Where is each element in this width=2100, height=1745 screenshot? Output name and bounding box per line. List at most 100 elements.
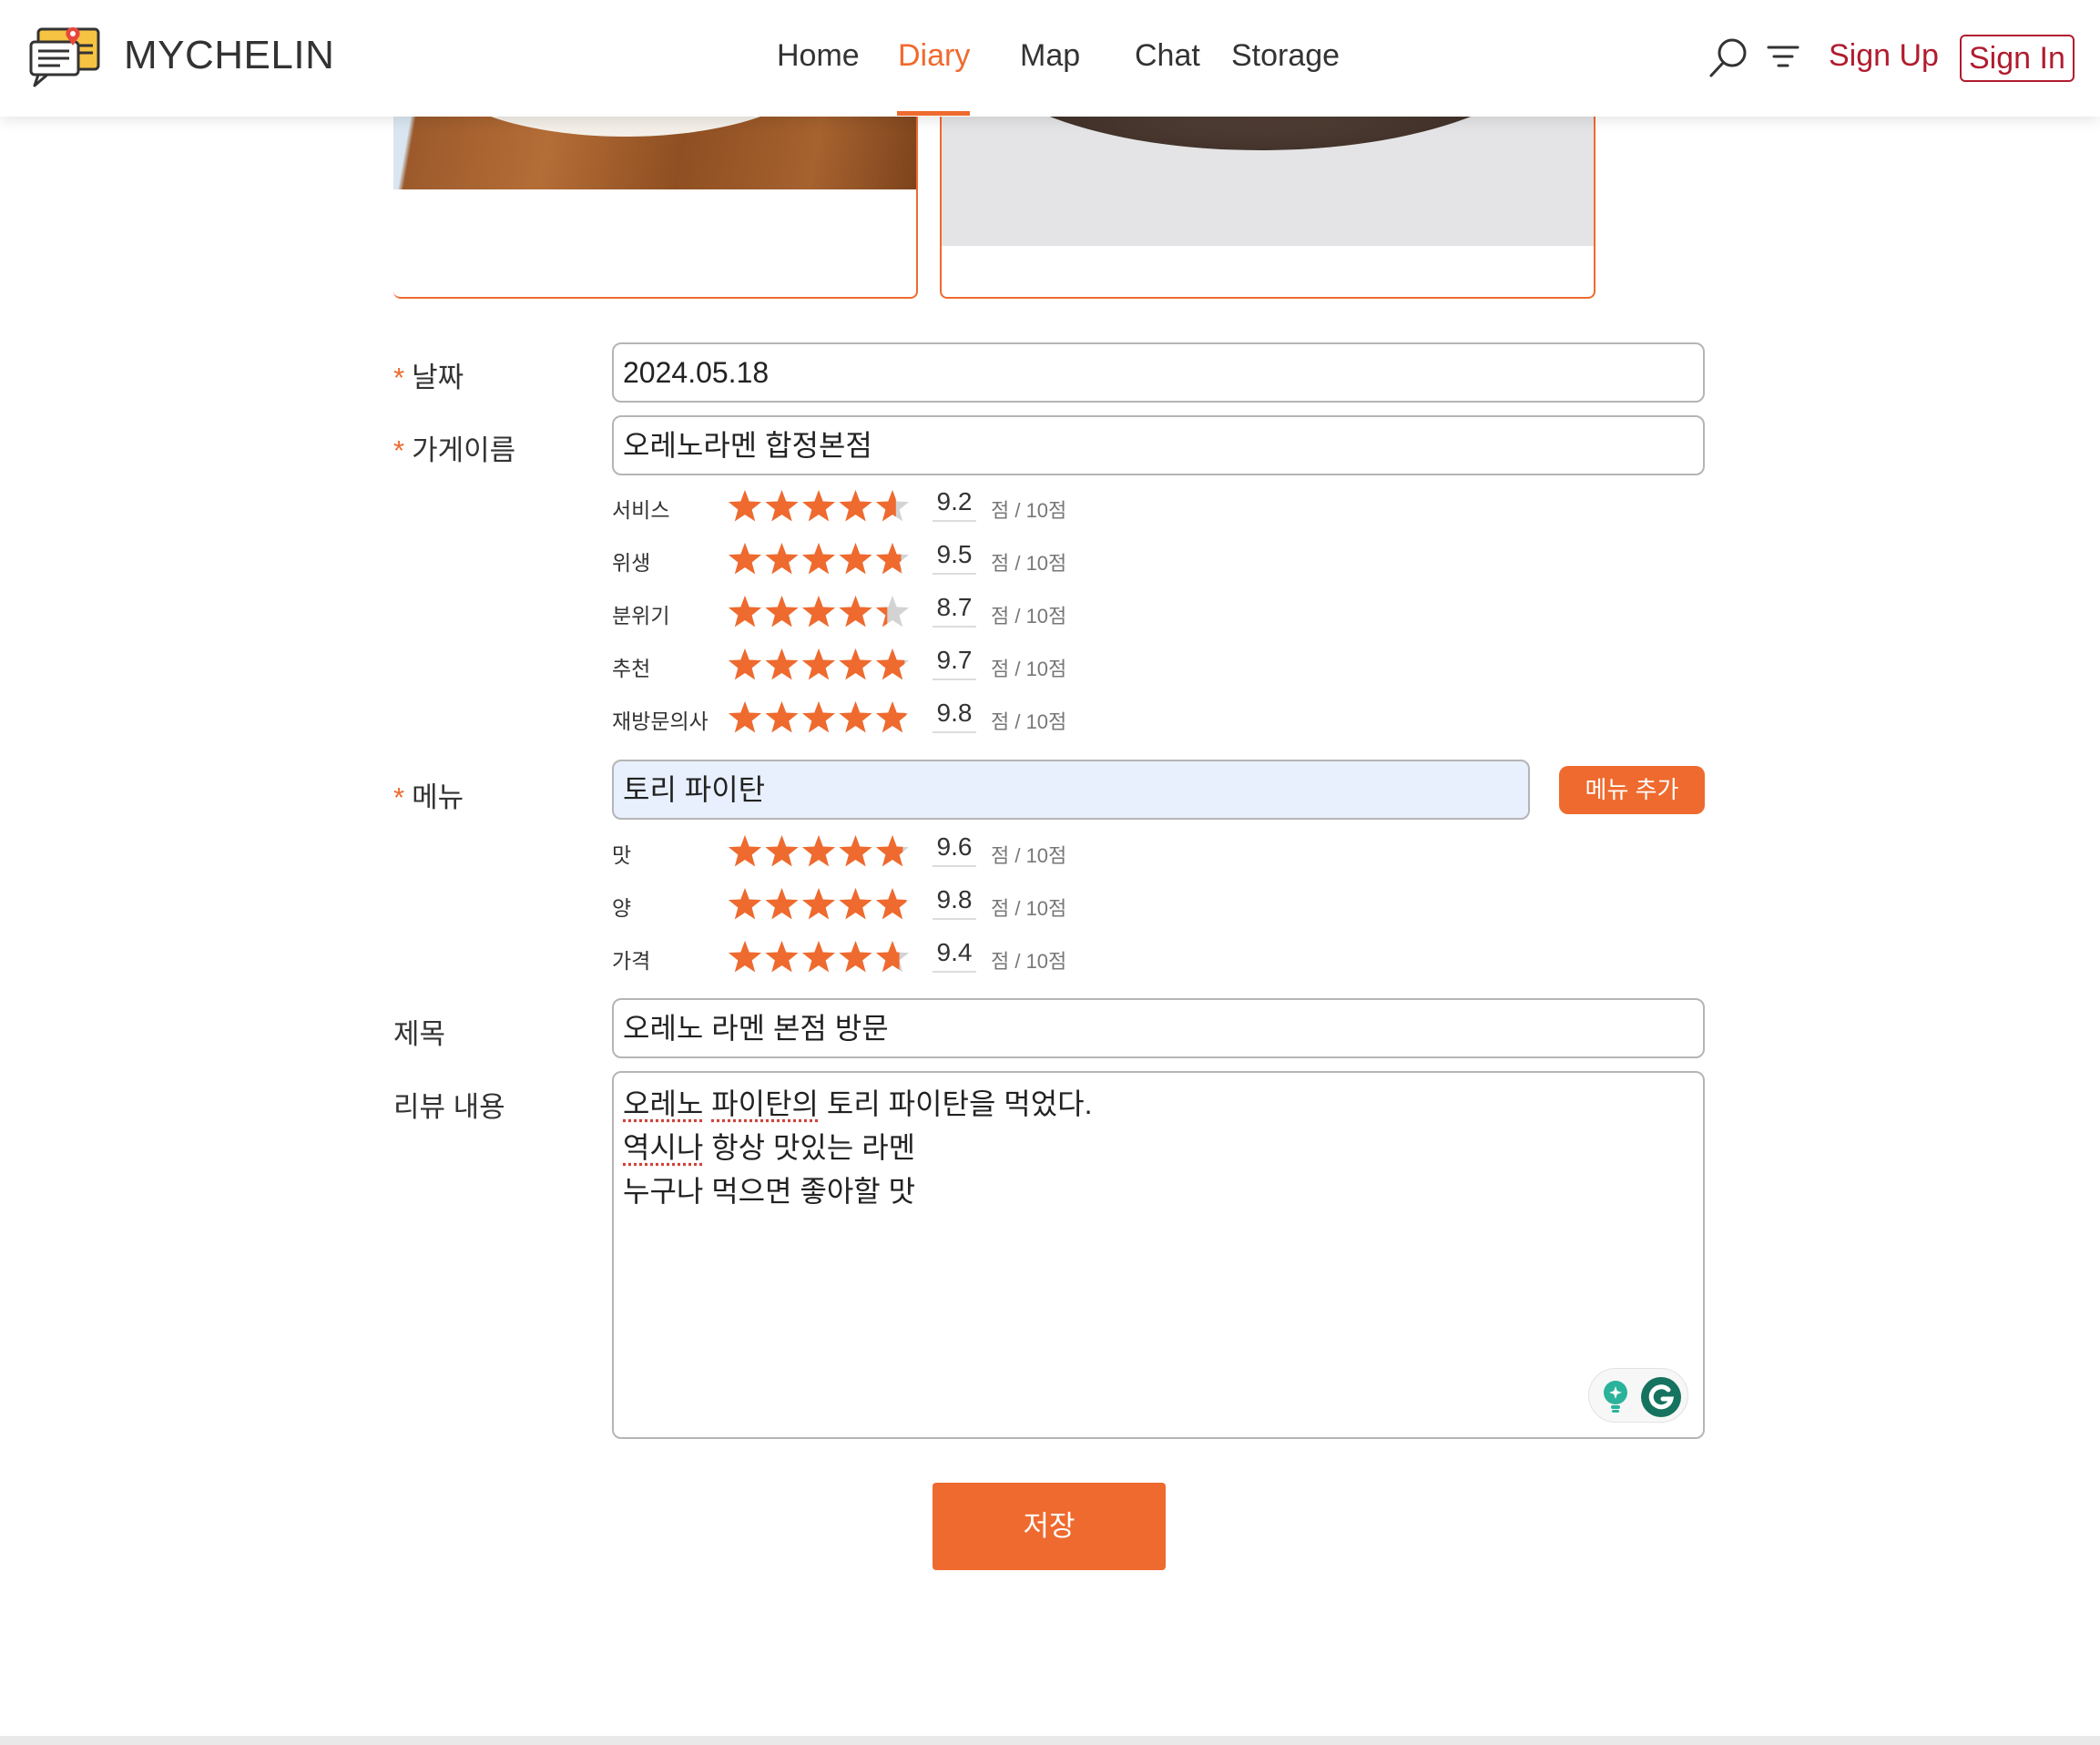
star-filled-icon [839,490,872,522]
lightbulb-icon[interactable] [1600,1380,1631,1414]
star-rating[interactable] [727,595,912,629]
spellcheck-flagged-word: 역시나 [623,1131,704,1164]
star-rating[interactable] [727,489,912,524]
rating-label: 재방문의사 [612,709,708,733]
star-filled-icon [801,596,836,628]
star-filled-icon [765,701,799,733]
score-input[interactable]: 9.6 [933,831,976,867]
review-line: 누구나 먹으면 좋아할 맛 [623,1169,1694,1213]
star-filled-icon [728,888,762,920]
rating-label: 서비스 [612,498,670,522]
star-filled-icon [839,888,872,920]
nav-storage[interactable]: Storage [1231,38,1340,74]
store-name-input[interactable]: 오레노라멘 합정본점 [612,415,1705,475]
star-filled-icon [801,941,836,973]
review-text: 항상 맛있는 라멘 [703,1131,916,1164]
add-menu-button[interactable]: 메뉴 추가 [1559,766,1705,814]
nav-diary[interactable]: Diary [898,38,970,74]
spellcheck-flagged-word: 오레노 [623,1087,704,1120]
star-rating[interactable] [727,648,912,682]
title-input[interactable]: 오레노 라멘 본점 방문 [612,998,1705,1058]
sign-in-button[interactable]: Sign In [1960,35,2075,82]
review-text: 누구나 먹으면 좋아할 맛 [623,1175,916,1208]
top-navigation-bar: MYCHELIN Home Diary Map Chat Storage Sig… [0,0,2100,117]
review-text [703,1087,711,1120]
score-unit: 점 / 10점 [991,950,1067,973]
star-filled-icon [765,888,799,920]
required-mark: * [393,434,405,466]
sign-up-link[interactable]: Sign Up [1829,38,1939,74]
star-filled-icon [875,888,907,920]
star-filled-icon [801,888,836,920]
score-input[interactable]: 9.8 [933,697,976,733]
star-rating[interactable] [727,700,912,735]
star-filled-icon [839,941,872,973]
score-unit: 점 / 10점 [991,552,1067,575]
star-rating[interactable] [727,542,912,577]
star-filled-icon [765,543,799,575]
star-filled-icon [801,543,836,575]
star-filled-icon [839,596,872,628]
star-filled-icon [875,701,907,733]
filter-icon[interactable] [1767,42,1799,71]
photo-card-2[interactable] [940,91,1595,299]
star-filled-icon [765,490,799,522]
score-input[interactable]: 9.2 [933,485,976,522]
star-filled-icon [801,648,836,680]
star-filled-icon [728,648,762,680]
grammarly-icon[interactable] [1640,1376,1682,1418]
star-filled-icon [839,701,872,733]
grammar-assistant-widget[interactable] [1588,1368,1688,1423]
rating-label: 맛 [612,843,632,867]
star-filled-icon [801,490,836,522]
star-rating[interactable] [727,834,912,869]
nav-map[interactable]: Map [1020,38,1080,74]
required-mark: * [393,362,405,393]
save-button[interactable]: 저장 [933,1483,1166,1570]
date-label: * 날짜 [393,354,464,395]
store-label-text: 가게이름 [412,434,516,466]
score-input[interactable]: 9.5 [933,538,976,575]
review-line: 역시나 항상 맛있는 라멘 [623,1126,1694,1169]
search-icon[interactable] [1708,36,1748,78]
star-filled-icon [875,648,905,680]
star-filled-icon [839,648,872,680]
star-filled-icon [728,543,762,575]
review-label: 리뷰 내용 [393,1091,505,1123]
score-unit: 점 / 10점 [991,605,1067,628]
review-textarea[interactable]: 오레노 파이탄의 토리 파이탄을 먹었다. 역시나 항상 맛있는 라멘 누구나 … [612,1071,1705,1439]
star-filled-icon [728,701,762,733]
mychelin-logo-icon[interactable] [27,26,102,87]
menu-input[interactable]: 토리 파이탄 [612,760,1530,820]
nav-home[interactable]: Home [777,38,860,74]
star-filled-icon [728,596,762,628]
brand-name[interactable]: MYCHELIN [124,33,334,78]
date-input[interactable]: 2024.05.18 [612,342,1705,403]
required-mark: * [393,781,405,813]
star-filled-icon [839,835,872,867]
star-rating[interactable] [727,940,912,975]
star-filled-icon [801,835,836,867]
spellcheck-flagged-word: 파이탄의 [711,1087,819,1120]
menu-label: * 메뉴 [393,774,464,815]
score-unit: 점 / 10점 [991,710,1067,733]
star-filled-icon [728,835,762,867]
score-unit: 점 / 10점 [991,658,1067,680]
star-filled-icon [801,701,836,733]
score-unit: 점 / 10점 [991,897,1067,920]
rating-label: 가격 [612,949,651,973]
store-label: * 가게이름 [393,427,515,468]
score-input[interactable]: 9.7 [933,644,976,680]
title-label: 제목 [393,1018,446,1050]
star-filled-icon [728,490,762,522]
review-line: 오레노 파이탄의 토리 파이탄을 먹었다. [623,1082,1694,1126]
score-input[interactable]: 9.4 [933,936,976,973]
score-input[interactable]: 9.8 [933,883,976,920]
review-text: 토리 파이탄을 먹었다. [818,1087,1093,1120]
star-rating[interactable] [727,887,912,922]
score-unit: 점 / 10점 [991,844,1067,867]
nav-chat[interactable]: Chat [1135,38,1200,74]
rating-label: 위생 [612,551,651,575]
score-input[interactable]: 8.7 [933,591,976,628]
photo-card-1[interactable] [393,91,918,299]
